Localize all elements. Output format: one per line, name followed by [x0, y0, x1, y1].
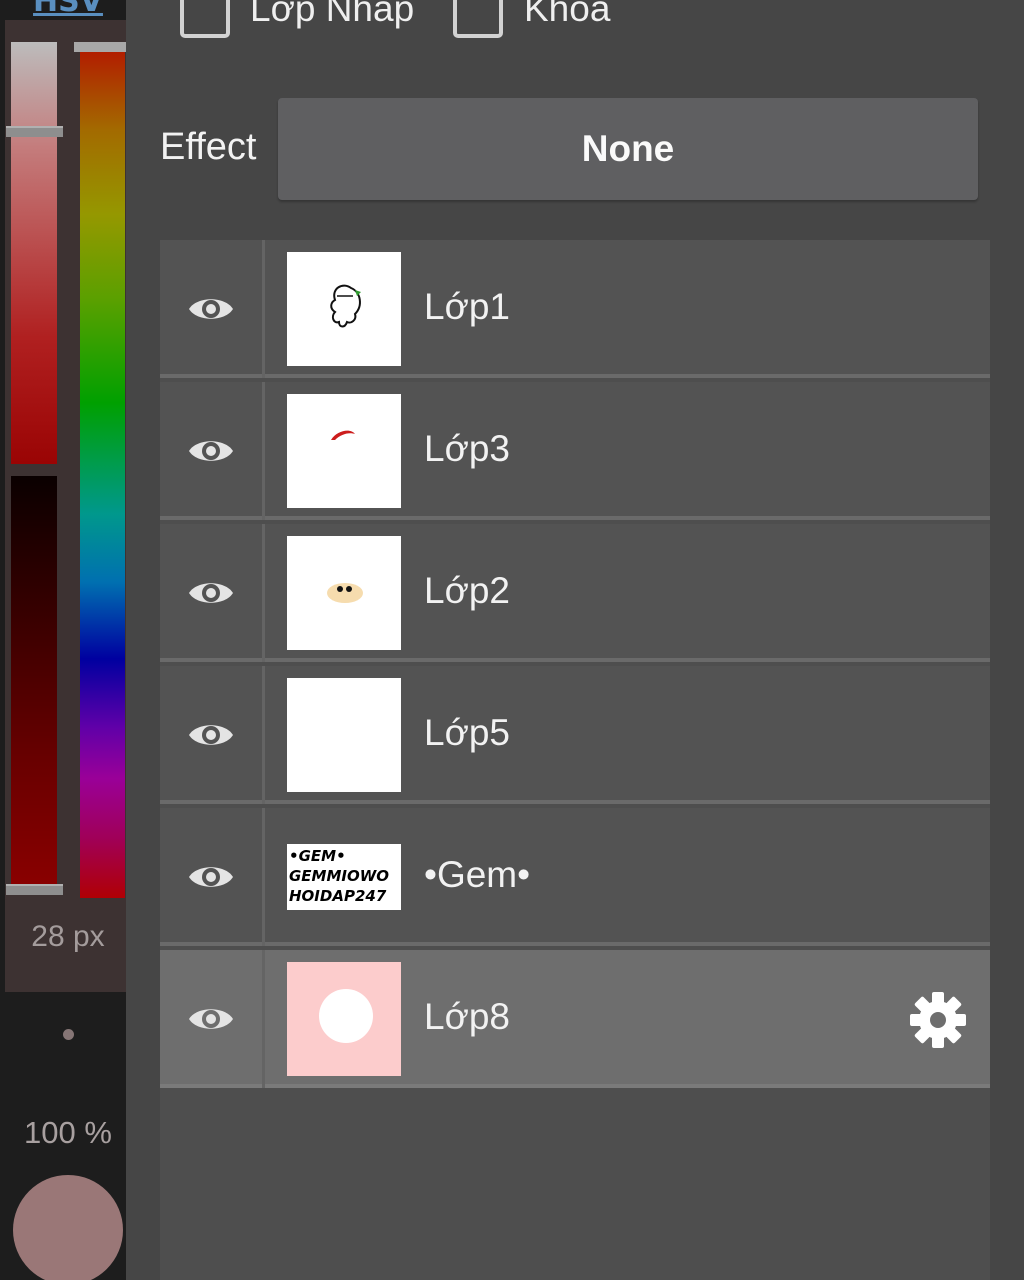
lock-checkbox[interactable] [453, 0, 503, 38]
value-slider[interactable] [11, 476, 57, 888]
hue-slider-handle[interactable] [74, 42, 126, 52]
layer-thumbnail[interactable] [287, 962, 401, 1076]
lock-label: Khóa [524, 0, 611, 29]
saturation-slider[interactable] [11, 42, 57, 464]
row-divider [262, 240, 265, 378]
eye-icon [189, 441, 233, 461]
layer-row[interactable]: Lớp3 [160, 382, 990, 520]
effect-select-button[interactable]: None [278, 98, 978, 200]
layer-name: Lớp5 [424, 712, 510, 753]
effect-label: Effect [160, 126, 257, 168]
hsv-tab[interactable]: HSV [28, 0, 108, 19]
layer-visibility-toggle[interactable] [160, 808, 262, 946]
layer-thumbnail[interactable]: •GEM• GEMMIOWO HOIDAP247 [287, 844, 401, 910]
layer-row-selected[interactable]: Lớp8 [160, 950, 990, 1088]
row-divider [262, 666, 265, 804]
brush-size-value[interactable]: 28 px [0, 920, 136, 954]
layer-name: Lớp3 [424, 428, 510, 469]
row-divider [262, 950, 265, 1088]
layer-row[interactable]: Lớp1 [160, 240, 990, 378]
layer-visibility-toggle[interactable] [160, 666, 262, 804]
layer-visibility-toggle[interactable] [160, 524, 262, 662]
saturation-slider-handle[interactable] [6, 126, 63, 137]
eye-icon [189, 725, 233, 745]
thumbnail-text: •GEM• GEMMIOWO HOIDAP247 [289, 847, 390, 905]
eye-icon [189, 583, 233, 603]
layer-name: Lớp2 [424, 570, 510, 611]
row-divider [262, 382, 265, 520]
gear-icon[interactable] [908, 990, 968, 1050]
draft-layer-label: Lớp Nháp [250, 0, 415, 29]
color-panel: HSV 28 px 100 % [0, 0, 126, 1280]
layer-thumbnail[interactable] [287, 536, 401, 650]
layer-visibility-toggle[interactable] [160, 382, 262, 520]
eye-icon [189, 299, 233, 319]
layer-thumbnail[interactable] [287, 394, 401, 508]
eye-icon [189, 1009, 233, 1029]
draft-layer-checkbox[interactable] [180, 0, 230, 38]
layer-row[interactable]: •GEM• GEMMIOWO HOIDAP247 •Gem• [160, 808, 990, 946]
layer-thumbnail[interactable] [287, 252, 401, 366]
current-color-swatch[interactable] [13, 1175, 123, 1280]
layer-visibility-toggle[interactable] [160, 240, 262, 378]
row-divider [262, 524, 265, 662]
opacity-value[interactable]: 100 % [0, 1115, 136, 1151]
layer-row[interactable]: Lớp5 [160, 666, 990, 804]
layer-name: •Gem• [424, 854, 531, 895]
layer-name: Lớp8 [424, 996, 510, 1037]
eye-icon [189, 867, 233, 887]
layer-row[interactable]: Lớp2 [160, 524, 990, 662]
layer-name: Lớp1 [424, 286, 510, 327]
brush-size-preview [63, 1029, 74, 1040]
layer-thumbnail[interactable] [287, 678, 401, 792]
layer-visibility-toggle[interactable] [160, 950, 262, 1088]
layer-list: Lớp1 Lớp3 Lớp2 Lớp5 •GEM• GEMMIOWO HOIDA… [160, 240, 990, 1280]
value-slider-handle[interactable] [6, 884, 63, 895]
row-divider [262, 808, 265, 946]
hue-slider[interactable] [80, 44, 125, 898]
